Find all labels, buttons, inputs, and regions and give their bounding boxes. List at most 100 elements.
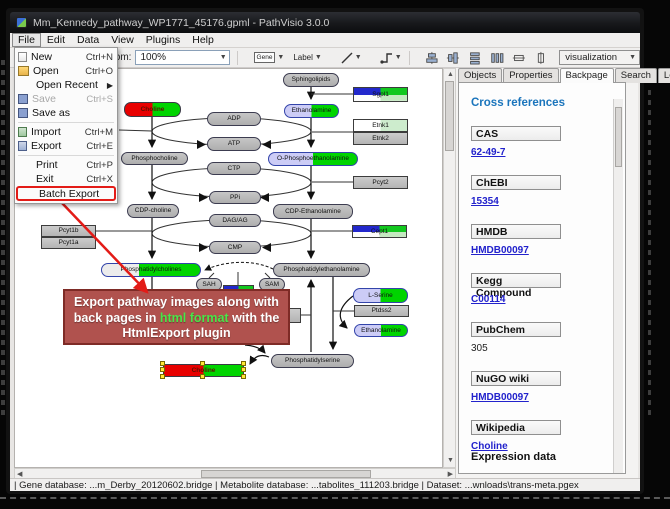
file-menu-item-save[interactable]: SaveCtrl+S xyxy=(15,92,117,106)
pathway-node-cmp[interactable]: CMP xyxy=(209,241,261,254)
tab-properties[interactable]: Properties xyxy=(503,68,558,83)
pathway-node-ctp[interactable]: CTP xyxy=(207,162,261,175)
scrollbar-thumb[interactable] xyxy=(201,470,371,478)
pathway-node-cept1[interactable]: Cept1 xyxy=(352,225,407,238)
pathway-node-etnk1[interactable]: Etnk1 xyxy=(353,119,408,132)
scroll-down-icon[interactable]: ▼ xyxy=(447,456,454,466)
menu-file[interactable]: File xyxy=(12,33,41,47)
pathway-node-l-serine[interactable]: L-Serine xyxy=(353,288,408,303)
align-center-x-icon[interactable] xyxy=(425,50,439,66)
label-tool-button[interactable]: Label ▼ xyxy=(293,50,321,66)
file-menu-item-print[interactable]: PrintCtrl+P xyxy=(15,158,117,172)
datanode-tool-button[interactable]: Gene ▼ xyxy=(254,50,285,66)
menu-help[interactable]: Help xyxy=(186,33,220,47)
chevron-down-icon[interactable]: ▼ xyxy=(355,54,362,61)
xref-link-hmdb00097[interactable]: HMDB00097 xyxy=(471,392,551,403)
distribute-horizontal-icon[interactable] xyxy=(490,50,504,66)
toolbar-separator xyxy=(409,51,410,65)
pathway-node-phosphatidylserine[interactable]: Phosphatidylserine xyxy=(271,354,354,368)
menu-item-shortcut: Ctrl+O xyxy=(85,66,113,77)
scrollbar-thumb[interactable] xyxy=(445,81,454,151)
pathway-node-pcyt1b[interactable]: Pcyt1b xyxy=(41,225,96,237)
menu-view[interactable]: View xyxy=(105,33,140,47)
connector-tool-button[interactable]: ▼ xyxy=(371,50,402,66)
menu-item-shortcut: Ctrl+S xyxy=(86,94,113,105)
scrollbar-thumb[interactable] xyxy=(615,107,622,167)
selection-handle[interactable] xyxy=(241,374,246,379)
xref-link-15354[interactable]: 15354 xyxy=(471,196,551,207)
common-height-icon[interactable] xyxy=(534,50,548,66)
annotation-callout: Export pathway images along with back pa… xyxy=(63,289,290,345)
menu-item-label: Open xyxy=(33,65,79,77)
file-menu-item-open-recent[interactable]: Open Recent▶ xyxy=(15,78,117,92)
tab-objects[interactable]: Objects xyxy=(458,68,502,83)
tab-search[interactable]: Search xyxy=(615,68,657,83)
pathway-node-dag-ag[interactable]: DAG/AG xyxy=(209,214,261,227)
pathway-node-sgpl1[interactable]: Sgpl1 xyxy=(353,87,408,102)
pathway-node-cdp-choline[interactable]: CDP-choline xyxy=(127,204,179,218)
selection-handle[interactable] xyxy=(241,367,246,372)
tab-backpage[interactable]: Backpage xyxy=(560,68,614,83)
selection-handle[interactable] xyxy=(241,361,246,366)
distribute-vertical-icon[interactable] xyxy=(468,50,482,66)
file-menu-item-exit[interactable]: ExitCtrl+X xyxy=(15,172,117,186)
chevron-down-icon[interactable]: ▼ xyxy=(395,54,402,61)
zoom-combobox[interactable]: 100% ▼ xyxy=(135,50,229,65)
file-menu-item-save-as[interactable]: Save as xyxy=(15,106,117,120)
canvas-vertical-scrollbar[interactable]: ▲ ▼ xyxy=(443,68,456,468)
pathway-node-o-phosphoethanolamine[interactable]: O-Phosphoethanolamine xyxy=(268,152,358,166)
common-width-icon[interactable] xyxy=(512,50,526,66)
xref-link-hmdb00097[interactable]: HMDB00097 xyxy=(471,245,551,256)
pathway-node-etnk2[interactable]: Etnk2 xyxy=(353,132,408,145)
align-center-y-icon[interactable] xyxy=(446,50,460,66)
pathway-node-sphingolipids[interactable]: Sphingolipids xyxy=(283,73,339,87)
line-tool-button[interactable]: ▼ xyxy=(331,50,362,66)
visualization-combobox[interactable]: visualization ▼ xyxy=(559,50,640,65)
menu-item-label: Import xyxy=(31,126,79,138)
sidebar-scrollbar[interactable] xyxy=(613,99,623,474)
tab-legend[interactable]: Legend xyxy=(658,68,670,83)
chevron-down-icon[interactable]: ▼ xyxy=(629,54,636,61)
pathway-node-phosphocholine[interactable]: Phosphocholine xyxy=(121,152,188,165)
menu-item-label: Batch Export xyxy=(39,188,110,200)
xref-header-hmdb: HMDB xyxy=(471,224,561,239)
file-menu-item-batch-export[interactable]: Batch Export xyxy=(16,186,116,201)
scroll-up-icon[interactable]: ▲ xyxy=(447,70,454,80)
selection-handle[interactable] xyxy=(200,374,205,379)
menu-item-shortcut: Ctrl+X xyxy=(86,174,113,185)
app-icon xyxy=(16,17,27,28)
menu-item-spacer xyxy=(18,174,32,184)
file-menu-item-open[interactable]: Open Ctrl+O xyxy=(15,64,117,78)
chevron-down-icon[interactable]: ▼ xyxy=(220,54,227,61)
menu-edit[interactable]: Edit xyxy=(41,33,71,47)
selection-handle[interactable] xyxy=(200,361,205,366)
pathway-node-cdp-ethanolamine[interactable]: CDP-Ethanolamine xyxy=(273,204,353,219)
pathway-node-atp[interactable]: ATP xyxy=(207,137,261,151)
menu-data[interactable]: Data xyxy=(71,33,105,47)
file-menu-item-export[interactable]: ExportCtrl+E xyxy=(15,139,117,153)
pathway-node-ethanolamine[interactable]: Ethanolamine xyxy=(354,324,408,337)
file-menu-item-import[interactable]: ImportCtrl+M xyxy=(15,125,117,139)
selection-handle[interactable] xyxy=(160,361,165,366)
file-menu-item-new[interactable]: NewCtrl+N xyxy=(15,50,117,64)
menu-plugins[interactable]: Plugins xyxy=(140,33,186,47)
pathway-node-ethanolamine[interactable]: Ethanolamine xyxy=(284,104,339,118)
pathway-node-pcyt1a[interactable]: Pcyt1a xyxy=(41,237,96,249)
pathway-node-ptdss2[interactable]: Ptdss2 xyxy=(354,305,409,317)
chevron-down-icon[interactable]: ▼ xyxy=(313,54,322,61)
pathway-node-ppi[interactable]: PPi xyxy=(209,191,261,204)
sidebar: ObjectsPropertiesBackpageSearchLegend Cr… xyxy=(456,68,638,478)
chevron-down-icon[interactable]: ▼ xyxy=(275,54,284,61)
pathway-node-adp[interactable]: ADP xyxy=(207,112,261,126)
selection-handle[interactable] xyxy=(160,367,165,372)
menu-item-spacer xyxy=(18,160,32,170)
title-bar[interactable]: Mm_Kennedy_pathway_WP1771_45176.gpml - P… xyxy=(10,12,640,33)
pathway-node-choline[interactable]: Choline xyxy=(124,102,181,117)
decor-dashed-line xyxy=(0,497,670,499)
pathway-node-phosphatidylethanolamine[interactable]: Phosphatidylethanolamine xyxy=(273,263,370,277)
xref-link-62-49-7[interactable]: 62-49-7 xyxy=(471,147,551,158)
pathway-node-pcyt2[interactable]: Pcyt2 xyxy=(353,176,408,189)
selection-handle[interactable] xyxy=(160,374,165,379)
file-menu: NewCtrl+NOpen Ctrl+OOpen Recent▶SaveCtrl+… xyxy=(14,47,118,204)
pathway-node-phosphatidylcholines[interactable]: Phosphatidylcholines xyxy=(101,263,201,277)
